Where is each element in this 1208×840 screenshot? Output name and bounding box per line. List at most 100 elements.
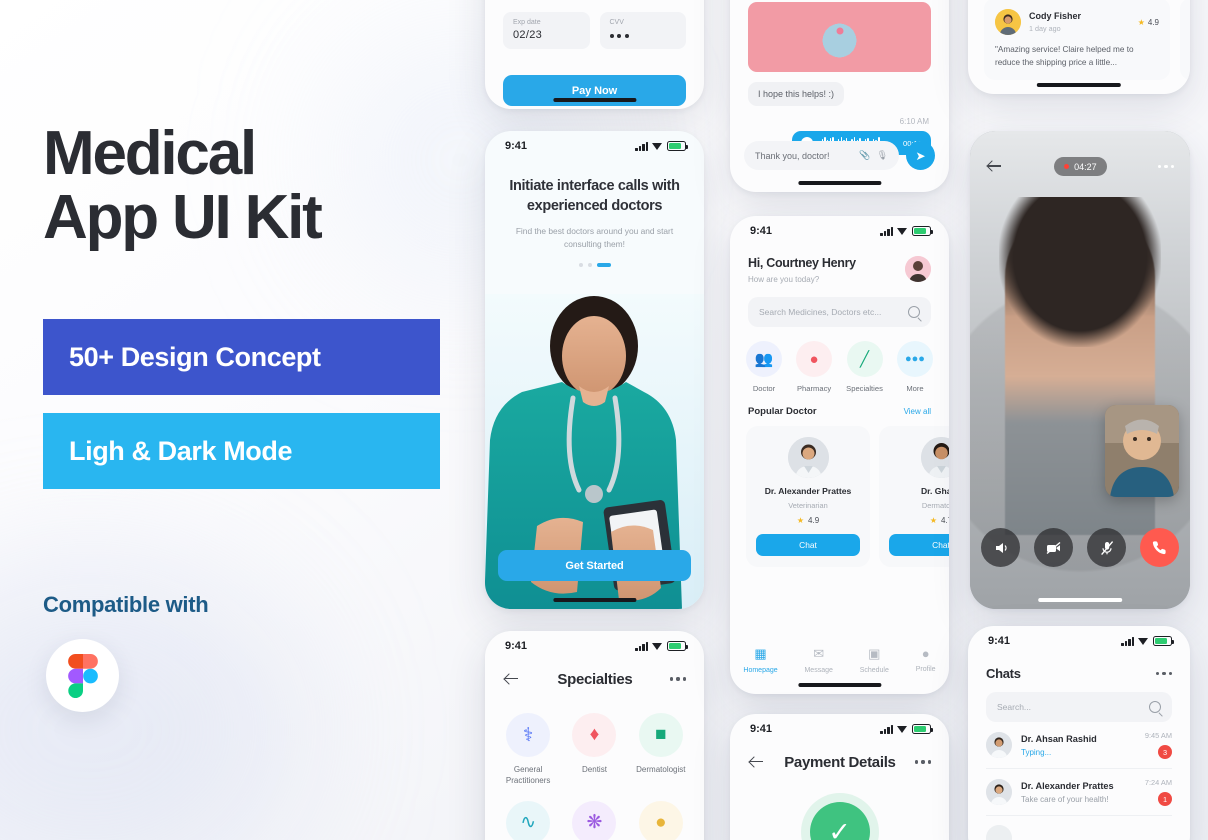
message-input-value: Thank you, doctor! [755,150,830,161]
onboarding-subtext: Find the best doctors around you and sta… [515,226,674,250]
cvv-field[interactable]: CVV [599,12,686,49]
chat-button[interactable]: Chat [889,534,949,556]
signal-bars-icon [880,226,893,236]
mute-button[interactable] [1087,528,1126,567]
avatar [986,732,1012,758]
battery-charging-icon [912,226,933,236]
phone-reviews: Cody Fisher 1 day ago ★ 4.9 "Amazing ser… [968,0,1190,94]
rating-value: 4.7 [941,516,949,525]
grid-icon: ▦ [754,646,767,661]
wifi-icon [1138,637,1149,646]
back-arrow-icon[interactable] [503,671,520,688]
category-pharmacy[interactable]: ● Pharmacy [796,341,833,393]
specialties-title: Specialties [557,670,633,688]
get-started-button[interactable]: Get Started [498,550,691,581]
tab-profile[interactable]: ● Profile [916,646,936,674]
doctor-card[interactable]: Dr. Ghass Dermatolog ★ 4.7 Chat [879,426,949,567]
specialty-item-microbe[interactable]: ❋ [561,800,627,840]
greeting-subtitle: How are you today? [748,275,820,284]
title-line-1: Medical [43,119,257,188]
back-arrow-icon[interactable] [986,158,1003,175]
specialty-item-dentist[interactable]: ♦ Dentist [561,713,627,787]
chat-button[interactable]: Chat [756,534,860,556]
exp-date-field[interactable]: Exp date 02/23 [503,12,590,49]
category-more[interactable]: ●●● More [896,341,933,393]
syringe-icon: ╱ [846,341,883,377]
star-icon: ★ [796,516,805,525]
tab-schedule[interactable]: ▣ Schedule [860,646,889,674]
payment-details-navbar: Payment Details [730,744,949,780]
cvv-value-dots [609,29,677,42]
status-bar: 9:41 [730,714,949,744]
profile-icon: ● [921,646,930,661]
doctor-card-list[interactable]: Dr. Alexander Prattes Veterinarian ★ 4.9… [730,417,949,567]
avatar[interactable] [905,256,931,282]
page-indicator[interactable] [485,263,704,268]
section-title: Popular Doctor [748,406,817,417]
search-placeholder: Search Medicines, Doctors etc... [759,307,882,317]
badge-light-dark-mode-label: Ligh & Dark Mode [69,435,293,466]
review-card[interactable]: "Amazin to reduc [1180,0,1190,81]
tab-message[interactable]: ✉ Message [804,646,832,674]
chat-name: Dr. Alexander Prattes [1021,780,1114,791]
get-started-button-wrap: Get Started [498,550,691,581]
title-line-2: App UI Kit [43,182,323,252]
paperclip-icon[interactable]: 📎 [859,150,870,161]
more-dots-icon[interactable] [914,760,931,764]
payment-details-title: Payment Details [784,753,896,771]
chat-list-item[interactable] [968,816,1190,840]
chats-search-input[interactable]: Search... [986,692,1172,722]
category-doctor[interactable]: 👥 Doctor [746,341,782,393]
tab-homepage[interactable]: ▦ Homepage [743,646,777,674]
doctor-card[interactable]: Dr. Alexander Prattes Veterinarian ★ 4.9… [746,426,870,567]
specialty-item-dna[interactable]: ∿ [495,800,561,840]
battery-charging-icon [667,641,688,651]
recording-dot-icon [1064,164,1070,169]
home-indicator [1036,83,1122,87]
category-row: 👥 Doctor ● Pharmacy ╱ Specialties ●●● Mo… [730,327,949,393]
search-icon[interactable] [908,306,920,318]
self-view-video[interactable] [1105,405,1179,497]
tab-label: Message [804,667,833,674]
doctor-specialty: Veterinarian [788,501,828,510]
more-dots-icon[interactable] [669,677,686,681]
chat-image-attachment[interactable] [748,2,931,72]
more-dots-icon[interactable] [1155,671,1172,676]
avatar [995,9,1021,35]
figma-logo-chip [46,639,119,712]
more-dots-icon[interactable] [1157,164,1174,169]
bottom-tab-bar: ▦ Homepage ✉ Message ▣ Schedule ● Profil… [730,646,949,674]
speaker-button[interactable] [981,528,1020,567]
signal-bars-icon [1121,636,1134,646]
review-card[interactable]: Cody Fisher 1 day ago ★ 4.9 "Amazing ser… [984,0,1170,81]
specialty-item-general-practitioners[interactable]: ⚕ General Practitioners [495,713,561,787]
view-all-link[interactable]: View all [904,407,931,416]
chat-list-item[interactable]: Dr. Ahsan Rashid Typing... 9:45 AM 3 [968,722,1190,768]
review-header: Cody Fisher 1 day ago ★ 4.9 [995,9,1159,35]
doctors-group-icon: 👥 [746,341,782,377]
tab-label: Homepage [743,667,778,674]
category-label: More [906,384,924,393]
search-icon[interactable] [1149,701,1161,713]
end-call-button[interactable] [1140,528,1179,567]
specialty-item-dermatologist[interactable]: ■ Dermatologist [628,713,694,787]
category-specialties[interactable]: ╱ Specialties [846,341,883,393]
camera-off-button[interactable] [1034,528,1073,567]
battery-charging-icon [912,724,933,734]
review-card-list[interactable]: Cody Fisher 1 day ago ★ 4.9 "Amazing ser… [968,0,1190,81]
message-input[interactable]: Thank you, doctor! 📎 🎙 [744,141,899,170]
specialty-item-brain[interactable]: ● [628,800,694,840]
wifi-icon [652,142,663,151]
battery-charging-icon [667,141,688,151]
exp-date-value: 02/23 [513,29,543,41]
back-arrow-icon[interactable] [748,754,765,771]
review-time-ago: 1 day ago [1029,24,1061,33]
chat-list-item[interactable]: Dr. Alexander Prattes Take care of your … [968,769,1190,815]
send-icon[interactable]: ➤ [906,141,935,170]
wifi-icon [897,725,908,734]
microphone-icon[interactable]: 🎙 [877,150,888,161]
chat-input-bar: Thank you, doctor! 📎 🎙 ➤ [744,141,935,170]
dna-icon: ∿ [506,800,551,840]
search-input[interactable]: Search Medicines, Doctors etc... [748,297,931,327]
chat-preview: Typing... [1021,747,1052,757]
